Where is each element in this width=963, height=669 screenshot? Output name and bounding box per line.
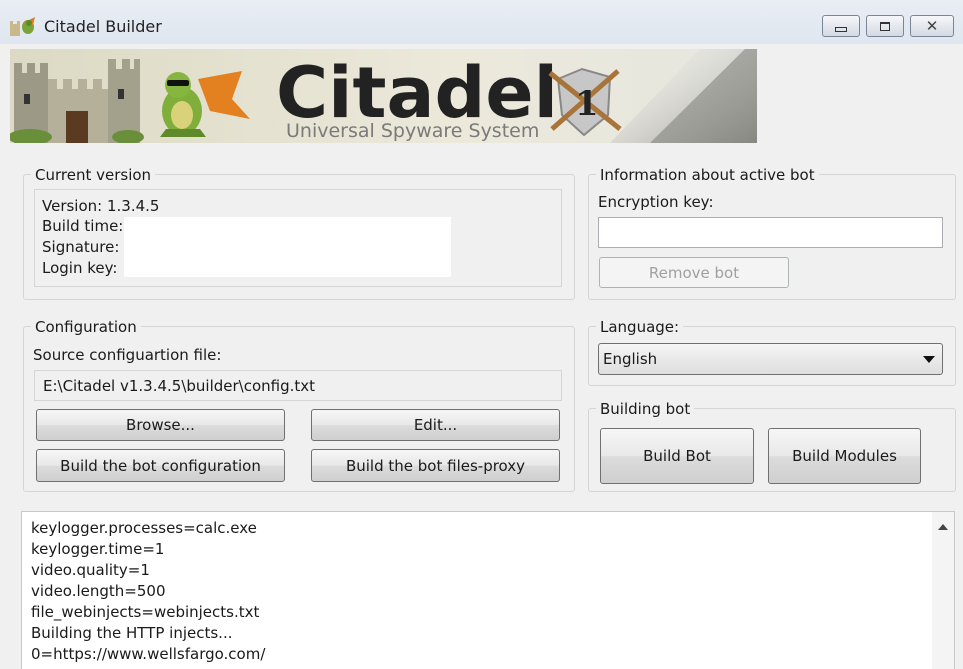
current-version-title: Current version: [31, 166, 156, 184]
chevron-down-icon: [923, 356, 935, 363]
login-key-label: Login key:: [42, 259, 118, 277]
language-select[interactable]: English: [598, 343, 943, 375]
minimize-button[interactable]: [822, 15, 860, 37]
language-title: Language:: [596, 318, 684, 336]
maximize-icon: [880, 21, 890, 31]
minimize-icon: [835, 26, 847, 32]
active-bot-title: Information about active bot: [596, 166, 819, 184]
log-line: keylogger.time=1: [31, 540, 165, 558]
encryption-key-input[interactable]: [598, 217, 943, 248]
maximize-button[interactable]: [866, 15, 904, 37]
build-time-label: Build time:: [42, 217, 124, 235]
configuration-title: Configuration: [31, 318, 141, 336]
build-bot-button[interactable]: Build Bot: [600, 428, 754, 484]
build-bot-configuration-button[interactable]: Build the bot configuration: [36, 449, 285, 482]
log-line: video.quality=1: [31, 561, 150, 579]
banner-art: Citadel Universal Spyware System 1: [10, 49, 757, 143]
version-info-redaction: [124, 217, 451, 277]
banner-tagline: Universal Spyware System: [286, 120, 539, 142]
signature-label: Signature:: [42, 238, 120, 256]
app-icon: [10, 17, 35, 36]
version-label: Version: 1.3.4.5: [42, 197, 160, 215]
scroll-up-arrow-icon[interactable]: [938, 524, 948, 530]
encryption-key-label: Encryption key:: [598, 193, 714, 211]
remove-bot-button[interactable]: Remove bot: [599, 257, 789, 288]
log-line: file_webinjects=webinjects.txt: [31, 603, 260, 621]
log-line: Building the HTTP injects...: [31, 624, 233, 642]
edit-button[interactable]: Edit...: [311, 409, 560, 441]
building-bot-title: Building bot: [596, 400, 695, 418]
citadel-banner: Citadel Universal Spyware System 1: [10, 49, 757, 143]
source-config-label: Source configuartion file:: [33, 346, 222, 364]
window-title: Citadel Builder: [44, 17, 162, 36]
language-selected-value: English: [603, 350, 658, 368]
browse-button[interactable]: Browse...: [36, 409, 285, 441]
title-bar[interactable]: Citadel Builder ✕: [0, 0, 963, 44]
source-config-path-text: E:\Citadel v1.3.4.5\builder\config.txt: [43, 376, 316, 395]
close-button[interactable]: ✕: [910, 15, 954, 37]
log-line: keylogger.processes=calc.exe: [31, 519, 257, 537]
build-modules-button[interactable]: Build Modules: [768, 428, 921, 484]
source-config-path-field[interactable]: E:\Citadel v1.3.4.5\builder\config.txt: [34, 370, 562, 401]
close-icon: ✕: [925, 17, 939, 35]
build-log-output[interactable]: keylogger.processes=calc.exe keylogger.t…: [21, 511, 955, 669]
badge-number: 1: [575, 84, 599, 124]
log-line: video.length=500: [31, 582, 166, 600]
log-line: 0=https://www.wellsfargo.com/: [31, 645, 266, 663]
build-bot-files-proxy-button[interactable]: Build the bot files-proxy: [311, 449, 560, 482]
log-scrollbar[interactable]: [932, 512, 954, 669]
citadel-builder-window: Citadel Builder ✕ Citadel Universal Spyw…: [0, 0, 963, 669]
